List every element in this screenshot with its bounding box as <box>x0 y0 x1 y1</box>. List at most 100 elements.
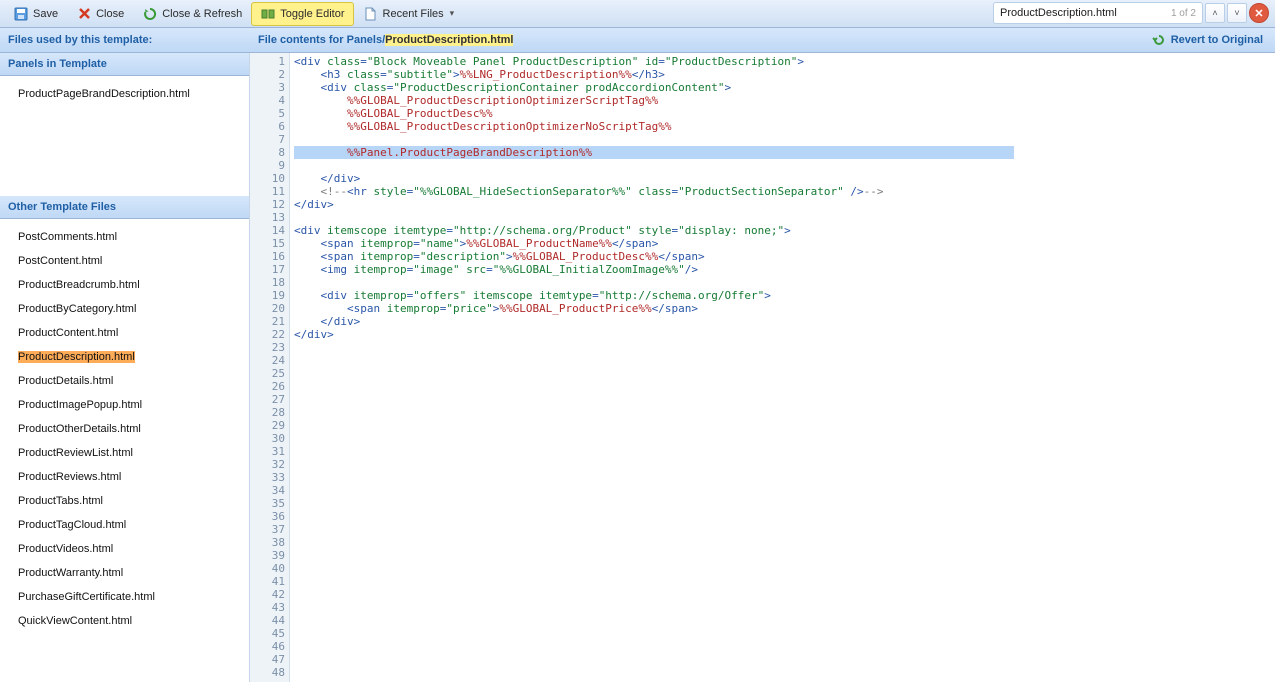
code-line[interactable] <box>294 393 1271 406</box>
search-next-button[interactable]: ˅ <box>1227 3 1247 23</box>
code-line[interactable] <box>294 523 1271 536</box>
subbar: Files used by this template: File conten… <box>0 28 1275 53</box>
code-line[interactable] <box>294 627 1271 640</box>
recent-files-label: Recent Files <box>383 8 444 20</box>
recent-files-button[interactable]: Recent Files ▾ <box>354 2 464 26</box>
list-item[interactable]: PurchaseGiftCertificate.html <box>0 585 249 609</box>
search-close-button[interactable]: ✕ <box>1249 3 1269 23</box>
list-item[interactable]: ProductBreadcrumb.html <box>0 273 249 297</box>
code-line[interactable]: </div> <box>294 172 1271 185</box>
code-line[interactable]: <div itemprop="offers" itemscope itemtyp… <box>294 289 1271 302</box>
code-line[interactable] <box>294 575 1271 588</box>
code-line[interactable]: <h3 class="subtitle">%%LNG_ProductDescri… <box>294 68 1271 81</box>
code-line[interactable]: <div itemscope itemtype="http://schema.o… <box>294 224 1271 237</box>
code-line[interactable] <box>294 133 1271 146</box>
search-group: ProductDescription.html 1 of 2 ˄ ˅ ✕ <box>993 2 1269 24</box>
chevron-up-icon: ˄ <box>1212 8 1217 18</box>
list-item[interactable]: ProductReviews.html <box>0 465 249 489</box>
revert-label: Revert to Original <box>1171 34 1263 46</box>
other-list: PostComments.htmlPostContent.htmlProduct… <box>0 219 249 639</box>
path-file-highlight: ProductDescription.html <box>385 34 513 46</box>
refresh-icon <box>142 6 158 22</box>
editor: 1 2 3 4 5 6 7 8 9 10 11 12 13 14 15 16 1… <box>250 53 1275 682</box>
code-line[interactable]: <!--<hr style="%%GLOBAL_HideSectionSepar… <box>294 185 1271 198</box>
revert-button[interactable]: Revert to Original <box>1151 32 1275 48</box>
list-item[interactable]: ProductWarranty.html <box>0 561 249 585</box>
list-item[interactable]: ProductDescription.html <box>0 345 249 369</box>
code-line[interactable]: </div> <box>294 315 1271 328</box>
code-line[interactable] <box>294 471 1271 484</box>
save-button[interactable]: Save <box>4 2 67 26</box>
toggle-icon <box>260 6 276 22</box>
code-line[interactable] <box>294 484 1271 497</box>
code-line[interactable]: %%GLOBAL_ProductDescriptionOptimizerNoSc… <box>294 120 1271 133</box>
code-line[interactable]: <img itemprop="image" src="%%GLOBAL_Init… <box>294 263 1271 276</box>
code-line[interactable] <box>294 497 1271 510</box>
search-counter: 1 of 2 <box>1171 8 1196 19</box>
code-line[interactable] <box>294 341 1271 354</box>
code-line[interactable] <box>294 640 1271 653</box>
code-line[interactable] <box>294 458 1271 471</box>
revert-icon <box>1151 32 1167 48</box>
code-line[interactable]: <span itemprop="description">%%GLOBAL_Pr… <box>294 250 1271 263</box>
code-line[interactable] <box>294 419 1271 432</box>
list-item[interactable]: QuickViewContent.html <box>0 609 249 633</box>
panels-header: Panels in Template <box>0 53 249 76</box>
chevron-down-icon: ▾ <box>450 8 455 19</box>
close-refresh-label: Close & Refresh <box>162 8 242 20</box>
code-area[interactable]: <div class="Block Moveable Panel Product… <box>290 53 1275 682</box>
code-line[interactable] <box>294 588 1271 601</box>
toggle-editor-label: Toggle Editor <box>280 8 344 20</box>
list-item[interactable]: ProductImagePopup.html <box>0 393 249 417</box>
code-line[interactable] <box>294 276 1271 289</box>
code-line[interactable] <box>294 159 1271 172</box>
code-line[interactable] <box>294 367 1271 380</box>
toggle-editor-button[interactable]: Toggle Editor <box>251 2 353 26</box>
list-item[interactable]: ProductOtherDetails.html <box>0 417 249 441</box>
list-item[interactable]: ProductTagCloud.html <box>0 513 249 537</box>
list-item[interactable]: ProductDetails.html <box>0 369 249 393</box>
code-line[interactable] <box>294 380 1271 393</box>
code-line[interactable] <box>294 549 1271 562</box>
code-line[interactable] <box>294 510 1271 523</box>
code-line[interactable]: <span itemprop="price">%%GLOBAL_ProductP… <box>294 302 1271 315</box>
toolbar: Save Close Close & Refresh Toggle Editor… <box>0 0 1275 28</box>
code-line[interactable] <box>294 601 1271 614</box>
close-button[interactable]: Close <box>67 2 133 26</box>
close-label: Close <box>96 8 124 20</box>
code-line[interactable] <box>294 536 1271 549</box>
close-refresh-button[interactable]: Close & Refresh <box>133 2 251 26</box>
code-line[interactable] <box>294 614 1271 627</box>
list-item[interactable]: PostComments.html <box>0 225 249 249</box>
code-line[interactable] <box>294 432 1271 445</box>
code-line[interactable] <box>294 211 1271 224</box>
list-item[interactable]: ProductPageBrandDescription.html <box>0 82 249 106</box>
list-item[interactable]: ProductReviewList.html <box>0 441 249 465</box>
code-line[interactable] <box>294 666 1271 679</box>
close-icon <box>76 6 92 22</box>
code-line[interactable]: </div> <box>294 198 1271 211</box>
code-line[interactable] <box>294 562 1271 575</box>
search-prev-button[interactable]: ˄ <box>1205 3 1225 23</box>
search-input[interactable]: ProductDescription.html 1 of 2 <box>993 2 1203 24</box>
code-line[interactable]: </div> <box>294 328 1271 341</box>
code-line[interactable] <box>294 406 1271 419</box>
list-item[interactable]: PostContent.html <box>0 249 249 273</box>
list-item[interactable]: ProductTabs.html <box>0 489 249 513</box>
code-line[interactable]: <div class="Block Moveable Panel Product… <box>294 55 1271 68</box>
search-text: ProductDescription.html <box>1000 7 1117 19</box>
list-item[interactable]: ProductContent.html <box>0 321 249 345</box>
code-line[interactable]: %%GLOBAL_ProductDesc%% <box>294 107 1271 120</box>
code-line[interactable]: <span itemprop="name">%%GLOBAL_ProductNa… <box>294 237 1271 250</box>
list-item[interactable]: ProductVideos.html <box>0 537 249 561</box>
sidebar[interactable]: Panels in Template ProductPageBrandDescr… <box>0 53 250 682</box>
files-used-label: Files used by this template: <box>0 34 250 46</box>
code-line[interactable] <box>294 653 1271 666</box>
line-gutter: 1 2 3 4 5 6 7 8 9 10 11 12 13 14 15 16 1… <box>250 53 290 682</box>
code-line[interactable]: %%GLOBAL_ProductDescriptionOptimizerScri… <box>294 94 1271 107</box>
code-line[interactable] <box>294 354 1271 367</box>
code-line[interactable]: <div class="ProductDescriptionContainer … <box>294 81 1271 94</box>
list-item[interactable]: ProductByCategory.html <box>0 297 249 321</box>
code-line[interactable] <box>294 445 1271 458</box>
code-line[interactable]: %%Panel.ProductPageBrandDescription%% <box>294 146 1014 159</box>
